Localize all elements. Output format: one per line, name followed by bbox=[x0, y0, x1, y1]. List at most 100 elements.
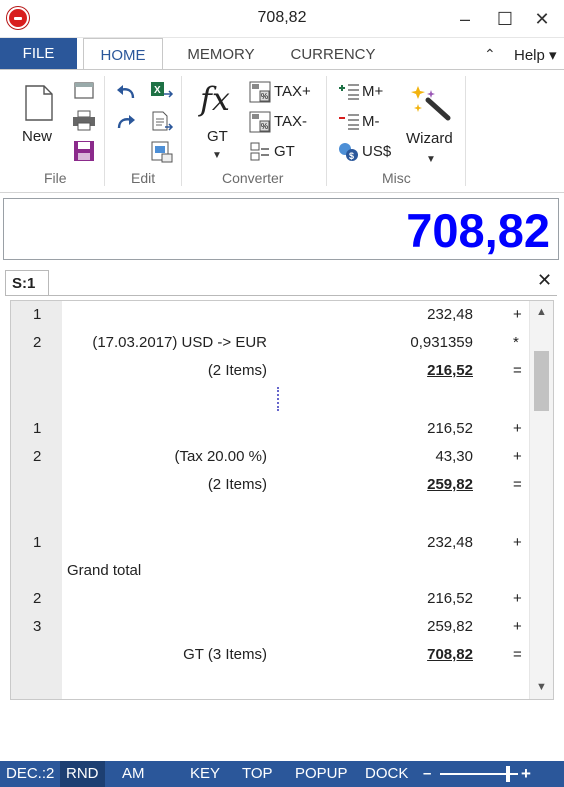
export-excel-icon[interactable]: X bbox=[150, 80, 174, 102]
tab-memory[interactable]: MEMORY bbox=[176, 38, 266, 70]
scroll-down-icon[interactable]: ▼ bbox=[530, 677, 553, 697]
row-operator: + bbox=[513, 448, 522, 465]
new-button[interactable]: New bbox=[18, 80, 62, 150]
tax-plus-label: TAX+ bbox=[274, 83, 311, 100]
row-value: 216,52 bbox=[427, 590, 473, 607]
gt-small-button[interactable]: GT bbox=[249, 140, 309, 164]
currency-exchange-icon: $ bbox=[339, 143, 358, 161]
dock-toggle[interactable]: DOCK bbox=[365, 761, 408, 787]
dropdown-arrow-icon: ▼ bbox=[212, 150, 222, 161]
title-bar: 708,82 – ☐ ✕ bbox=[0, 0, 564, 38]
print-preview-icon[interactable] bbox=[150, 140, 174, 164]
tape-row[interactable]: 1 232,48 + bbox=[11, 531, 531, 555]
line-number: 2 bbox=[33, 448, 42, 465]
tax-minus-label: TAX- bbox=[274, 113, 308, 130]
divider bbox=[5, 295, 557, 296]
keypad-toggle[interactable]: KEY bbox=[190, 761, 220, 787]
memory-minus-icon bbox=[339, 114, 359, 130]
currency-usd-button[interactable]: $ US$ bbox=[337, 140, 397, 164]
row-value: 216,52 bbox=[427, 420, 473, 437]
add-mode-toggle[interactable]: AM bbox=[122, 761, 145, 787]
tape-row[interactable]: 1 232,48 + bbox=[11, 303, 531, 327]
zoom-in-button[interactable]: + bbox=[521, 761, 531, 787]
tape-row[interactable]: 2 (17.03.2017) USD -> EUR 0,931359 * bbox=[11, 331, 531, 355]
tax-percent-icon: % bbox=[249, 111, 271, 133]
line-number: 2 bbox=[33, 334, 42, 351]
zoom-out-button[interactable]: – bbox=[423, 761, 431, 787]
tape-row[interactable]: Grand total bbox=[11, 559, 531, 583]
calculation-tape[interactable]: 1 232,48 + 2 (17.03.2017) USD -> EUR 0,9… bbox=[10, 300, 554, 700]
open-calendar-icon[interactable] bbox=[73, 80, 95, 100]
memory-plus-button[interactable]: M+ bbox=[337, 80, 397, 104]
decimal-places-status[interactable]: DEC.:2 bbox=[6, 761, 54, 787]
memory-minus-button[interactable]: M- bbox=[337, 110, 397, 134]
tape-row[interactable]: 2 216,52 + bbox=[11, 587, 531, 611]
gt-label: GT bbox=[207, 128, 228, 145]
tape-row[interactable]: 1 216,52 + bbox=[11, 417, 531, 441]
result-value: 708,82 bbox=[406, 204, 550, 257]
tab-sheet-1[interactable]: S:1 bbox=[5, 270, 49, 296]
help-menu[interactable]: Help ▾ bbox=[514, 46, 557, 64]
row-value: 232,48 bbox=[427, 306, 473, 323]
vertical-scrollbar[interactable]: ▲ ▼ bbox=[529, 301, 553, 699]
svg-text:$: $ bbox=[349, 151, 354, 161]
row-operator: + bbox=[513, 534, 522, 551]
function-fx-icon: fx bbox=[200, 80, 230, 118]
text-cursor bbox=[277, 387, 279, 411]
save-icon[interactable] bbox=[73, 140, 95, 162]
tab-currency[interactable]: CURRENCY bbox=[282, 38, 384, 70]
separator bbox=[326, 76, 327, 186]
row-value: 259,82 bbox=[427, 618, 473, 635]
tax-minus-button[interactable]: % TAX- bbox=[249, 110, 317, 134]
file-group-label: File bbox=[44, 170, 67, 186]
line-number: 1 bbox=[33, 420, 42, 437]
edit-group-label: Edit bbox=[131, 170, 156, 186]
tape-row[interactable]: GT (3 Items) 708,82 = bbox=[11, 643, 531, 667]
tab-home[interactable]: HOME bbox=[83, 38, 163, 70]
maximize-button[interactable]: ☐ bbox=[490, 5, 520, 33]
tape-row[interactable]: 3 259,82 + bbox=[11, 615, 531, 639]
memory-plus-icon bbox=[339, 84, 359, 100]
collapse-ribbon-icon[interactable]: ⌃ bbox=[484, 46, 496, 63]
row-operator: + bbox=[513, 420, 522, 437]
tax-plus-button[interactable]: % TAX+ bbox=[249, 80, 317, 104]
wizard-button[interactable]: Wizard ▼ bbox=[404, 78, 460, 172]
tape-row[interactable]: 2 (Tax 20.00 %) 43,30 + bbox=[11, 445, 531, 469]
rounding-toggle[interactable]: RND bbox=[60, 761, 105, 787]
undo-icon[interactable] bbox=[115, 82, 137, 102]
redo-icon[interactable] bbox=[115, 112, 137, 132]
close-window-button[interactable]: ✕ bbox=[527, 5, 557, 33]
always-on-top-toggle[interactable]: TOP bbox=[242, 761, 273, 787]
tax-percent-icon: % bbox=[249, 81, 271, 103]
grand-total-icon bbox=[250, 142, 269, 161]
row-operator: = bbox=[513, 362, 522, 379]
scroll-up-icon[interactable]: ▲ bbox=[530, 302, 553, 322]
row-label: (2 Items) bbox=[207, 362, 267, 379]
tape-row[interactable]: (2 Items) 216,52 = bbox=[11, 359, 531, 383]
minimize-button[interactable]: – bbox=[450, 5, 480, 33]
memory-minus-label: M- bbox=[362, 113, 380, 130]
svg-text:%: % bbox=[261, 92, 268, 101]
section-heading: Grand total bbox=[67, 562, 142, 579]
gt-function-button[interactable]: fx GT ▼ bbox=[192, 80, 242, 170]
misc-group-label: Misc bbox=[382, 170, 411, 186]
row-operator: = bbox=[513, 476, 522, 493]
ribbon: New File X Edit fx GT ▼ % TAX+ % TAX- GT… bbox=[0, 69, 564, 193]
print-icon[interactable] bbox=[72, 110, 96, 132]
row-value: 232,48 bbox=[427, 534, 473, 551]
row-operator: + bbox=[513, 306, 522, 323]
popup-toggle[interactable]: POPUP bbox=[295, 761, 348, 787]
copy-document-icon[interactable] bbox=[150, 110, 174, 134]
tape-row[interactable]: (2 Items) 259,82 = bbox=[11, 473, 531, 497]
row-label: (2 Items) bbox=[207, 476, 267, 493]
row-value: 0,931359 bbox=[410, 334, 473, 351]
tab-file[interactable]: FILE bbox=[0, 38, 77, 70]
converter-group-label: Converter bbox=[222, 170, 284, 186]
zoom-slider-handle[interactable] bbox=[506, 766, 510, 782]
currency-usd-label: US$ bbox=[362, 143, 392, 160]
subtotal-value: 259,82 bbox=[427, 476, 473, 493]
grand-total-value: 708,82 bbox=[427, 646, 473, 663]
memory-plus-label: M+ bbox=[362, 83, 384, 100]
close-sheet-button[interactable]: ✕ bbox=[537, 270, 552, 291]
scroll-thumb[interactable] bbox=[534, 351, 549, 411]
